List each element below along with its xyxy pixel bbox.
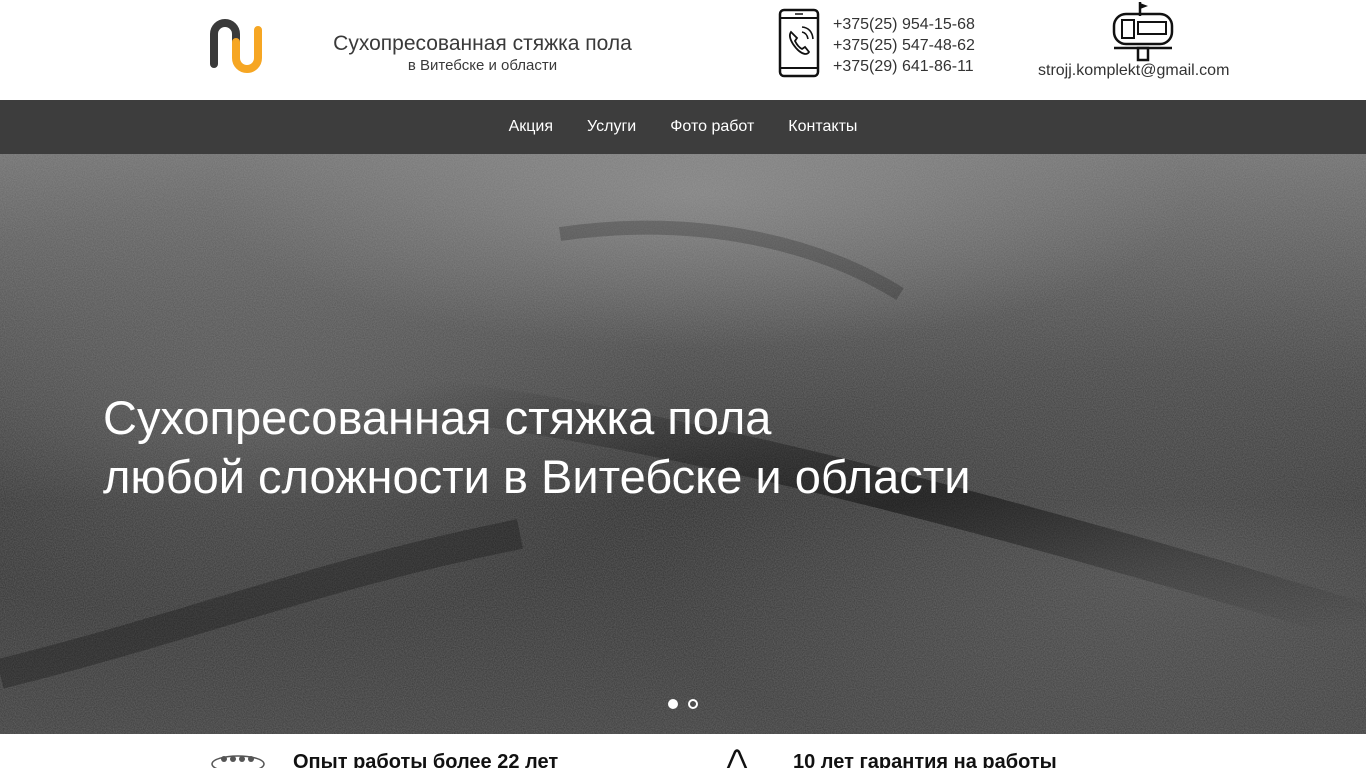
nav-item-services[interactable]: Услуги	[570, 100, 653, 154]
main-nav: Акция Услуги Фото работ Контакты	[0, 100, 1366, 154]
phone-link-3[interactable]: +375(29) 641-86-11	[833, 56, 975, 77]
slider-dot-2[interactable]	[688, 699, 698, 709]
nav-item-promo[interactable]: Акция	[492, 100, 570, 154]
smartphone-call-icon	[778, 8, 820, 78]
site-subtitle: в Витебске и области	[407, 57, 558, 74]
feature-warranty: 10 лет гарантия на работы	[793, 751, 1057, 768]
phone-link-1[interactable]: +375(25) 954-15-68	[833, 14, 975, 35]
site-title: Сухопресованная стяжка пола	[333, 32, 632, 55]
team-icon	[211, 755, 265, 768]
shield-icon	[726, 749, 748, 768]
features-strip: Опыт работы более 22 лет 10 лет гарантия…	[0, 734, 1366, 768]
slider-dots	[668, 699, 698, 709]
brand-block: Сухопресованная стяжка пола в Витебске и…	[320, 32, 645, 76]
phone-link-2[interactable]: +375(25) 547-48-62	[833, 35, 975, 56]
email-link[interactable]: strojj.komplekt@gmail.com	[1038, 62, 1229, 80]
paperclip-n-logo[interactable]	[206, 12, 264, 78]
feature-experience: Опыт работы более 22 лет	[293, 751, 559, 768]
nav-item-contacts[interactable]: Контакты	[771, 100, 874, 154]
phone-list: +375(25) 954-15-68 +375(25) 547-48-62 +3…	[833, 14, 975, 77]
mailbox-icon	[1112, 2, 1174, 62]
nav-item-photos[interactable]: Фото работ	[653, 100, 771, 154]
hero-slider: Сухопресованная стяжка пола любой сложно…	[0, 154, 1366, 734]
site-header: Сухопресованная стяжка пола в Витебске и…	[0, 0, 1366, 100]
slider-dot-1[interactable]	[668, 699, 678, 709]
hero-heading: Сухопресованная стяжка пола любой сложно…	[103, 388, 971, 506]
hero-heading-line-2: любой сложности в Витебске и области	[103, 450, 971, 503]
hero-heading-line-1: Сухопресованная стяжка пола	[103, 391, 772, 444]
